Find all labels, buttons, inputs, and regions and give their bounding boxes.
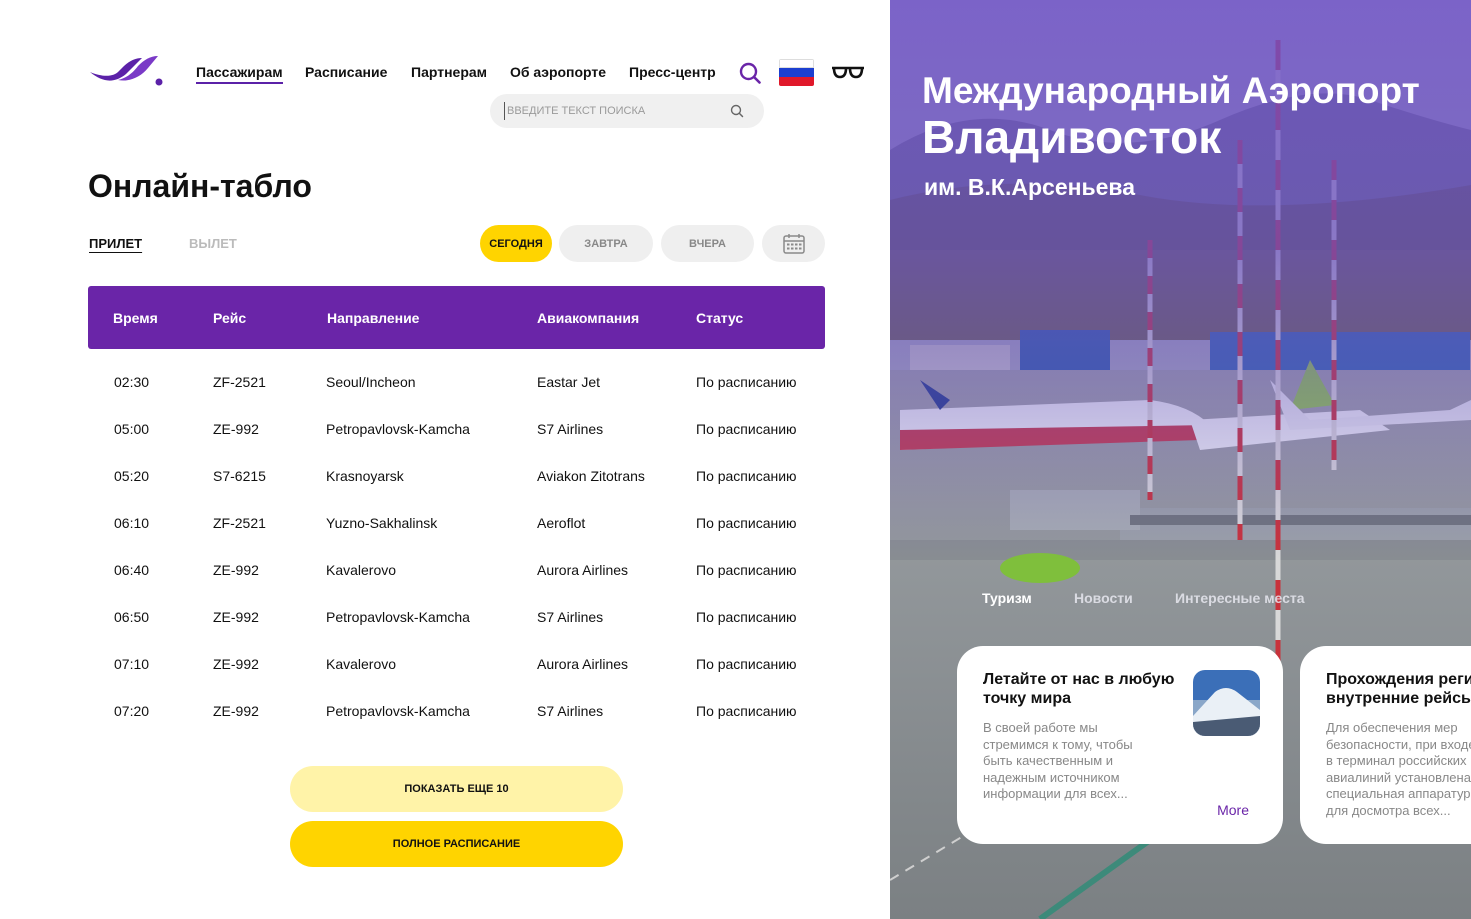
filter-today-label: Сегодня: [489, 237, 543, 250]
table-row[interactable]: 02:30 ZF-2521 Seoul/Incheon Eastar Jet П…: [88, 374, 825, 421]
cell-status: По расписанию: [696, 562, 797, 578]
cell-airline: S7 Airlines: [537, 421, 604, 437]
hero-title-line1: Международный Аэропорт: [922, 70, 1420, 111]
cell-time: 07:20: [114, 703, 150, 719]
table-header: Время Рейс Направление Авиакомпания Стат…: [88, 286, 825, 349]
search-input[interactable]: [504, 102, 727, 120]
cell-flight: ZE-992: [213, 656, 259, 672]
nav-schedule[interactable]: Расписание: [305, 64, 387, 80]
cell-status: По расписанию: [696, 703, 797, 719]
card-more-link[interactable]: More: [1217, 802, 1249, 818]
column-airline[interactable]: Авиакомпания: [537, 310, 639, 326]
russia-flag-icon[interactable]: [779, 59, 814, 86]
cell-airline: Aurora Airlines: [537, 656, 629, 672]
cell-time: 05:20: [114, 468, 150, 484]
column-status[interactable]: Статус: [696, 310, 743, 326]
glasses-icon[interactable]: [830, 62, 866, 82]
cell-airline: S7 Airlines: [537, 703, 604, 719]
cell-destination: Seoul/Incheon: [326, 374, 416, 390]
tab-arrivals[interactable]: Прилет: [89, 236, 142, 251]
cell-destination: Petropavlovsk-Kamcha: [326, 421, 470, 437]
cell-destination: Kavalerovo: [326, 562, 397, 578]
cell-status: По расписанию: [696, 374, 797, 390]
left-panel: Пассажирам Расписание Партнерам Об аэроп…: [0, 0, 890, 919]
cell-time: 06:50: [114, 609, 150, 625]
cell-airline: Aurora Airlines: [537, 562, 629, 578]
filter-today[interactable]: Сегодня: [480, 225, 552, 262]
cell-flight: ZE-992: [213, 421, 259, 437]
table-row[interactable]: 06:50 ZE-992 Petropavlovsk-Kamcha S7 Air…: [88, 609, 825, 656]
card-title: Летайте от нас в любую точку мира: [983, 671, 1175, 707]
cell-status: По расписанию: [696, 468, 797, 484]
table-row[interactable]: 06:40 ZE-992 Kavalerovo Aurora Airlines …: [88, 562, 825, 609]
cell-flight: S7-6215: [213, 468, 266, 484]
column-flight[interactable]: Рейс: [213, 310, 246, 326]
filter-tomorrow-label: Завтра: [584, 237, 628, 250]
hero-title: Международный Аэропорт Владивосток: [922, 68, 1420, 160]
nav-press[interactable]: Пресс-центр: [629, 64, 716, 80]
cell-flight: ZE-992: [213, 609, 259, 625]
board-title: Онлайн-табло: [88, 168, 312, 204]
tab-departures[interactable]: Вылет: [189, 236, 237, 251]
hero-panel: Международный Аэропорт Владивосток им. В…: [890, 0, 1471, 919]
hero-tab-tourism[interactable]: Туризм: [982, 590, 1032, 606]
cell-time: 06:40: [114, 562, 150, 578]
cell-destination: Petropavlovsk-Kamcha: [326, 703, 470, 719]
table-row[interactable]: 05:20 S7-6215 Krasnoyarsk Aviakon Zitotr…: [88, 468, 825, 515]
cell-destination: Kavalerovo: [326, 656, 397, 672]
card-text: В своей работе мы стремимся к тому, чтоб…: [983, 720, 1133, 801]
column-time[interactable]: Время: [113, 310, 158, 326]
filter-yesterday[interactable]: Вчера: [661, 225, 754, 262]
cell-time: 05:00: [114, 421, 150, 437]
cell-airline: Eastar Jet: [537, 374, 601, 390]
nav-about[interactable]: Об аэропорте: [510, 64, 606, 80]
search-submit-icon[interactable]: [730, 104, 744, 118]
cell-status: По расписанию: [696, 656, 797, 672]
column-destination[interactable]: Направление: [327, 310, 419, 326]
search-box: [490, 94, 764, 128]
airport-logo[interactable]: [88, 52, 164, 88]
cell-flight: ZF-2521: [213, 374, 266, 390]
mountain-thumbnail: [1193, 670, 1260, 736]
cell-destination: Yuzno-Sakhalinsk: [326, 515, 438, 531]
hero-tab-news[interactable]: Новости: [1074, 590, 1133, 606]
calendar-button[interactable]: [762, 225, 825, 262]
cell-flight: ZE-992: [213, 562, 259, 578]
full-schedule-button[interactable]: ПОЛНОЕ РАСПИСАНИЕ: [290, 821, 623, 867]
nav-partners[interactable]: Партнерам: [411, 64, 487, 80]
nav-passengers[interactable]: Пассажирам: [196, 64, 283, 84]
cell-time: 06:10: [114, 515, 150, 531]
filter-tomorrow[interactable]: Завтра: [559, 225, 653, 262]
cell-destination: Krasnoyarsk: [326, 468, 404, 484]
calendar-icon: [782, 233, 805, 254]
cell-destination: Petropavlovsk-Kamcha: [326, 609, 470, 625]
hero-subtitle: им. В.К.Арсеньева: [924, 174, 1136, 200]
filter-yesterday-label: Вчера: [689, 237, 726, 250]
cell-time: 07:10: [114, 656, 150, 672]
cell-flight: ZE-992: [213, 703, 259, 719]
cell-airline: S7 Airlines: [537, 609, 604, 625]
cell-status: По расписанию: [696, 421, 797, 437]
hero-title-line2: Владивосток: [922, 111, 1222, 163]
show-more-button[interactable]: ПОКАЗАТЬ ЕЩЕ 10: [290, 766, 623, 812]
table-row[interactable]: 05:00 ZE-992 Petropavlovsk-Kamcha S7 Air…: [88, 421, 825, 468]
cell-status: По расписанию: [696, 515, 797, 531]
table-row[interactable]: 06:10 ZF-2521 Yuzno-Sakhalinsk Aeroflot …: [88, 515, 825, 562]
search-icon[interactable]: [739, 62, 761, 84]
cell-airline: Aviakon Zitotrans: [537, 468, 645, 484]
cell-status: По расписанию: [696, 609, 797, 625]
cell-flight: ZF-2521: [213, 515, 266, 531]
table-row[interactable]: 07:20 ZE-992 Petropavlovsk-Kamcha S7 Air…: [88, 703, 825, 750]
table-row[interactable]: 07:10 ZE-992 Kavalerovo Aurora Airlines …: [88, 656, 825, 703]
news-card[interactable]: Летайте от нас в любую точку мира В свое…: [957, 646, 1283, 844]
news-card[interactable]: Прохождения регистрации на внутренние ре…: [1300, 646, 1471, 844]
cell-time: 02:30: [114, 374, 150, 390]
card-text: Для обеспечения мер безопасности, при вх…: [1326, 720, 1471, 818]
cell-airline: Aeroflot: [537, 515, 586, 531]
hero-tab-places[interactable]: Интересные места: [1175, 590, 1305, 606]
card-title: Прохождения регистрации на внутренние ре…: [1326, 671, 1471, 707]
